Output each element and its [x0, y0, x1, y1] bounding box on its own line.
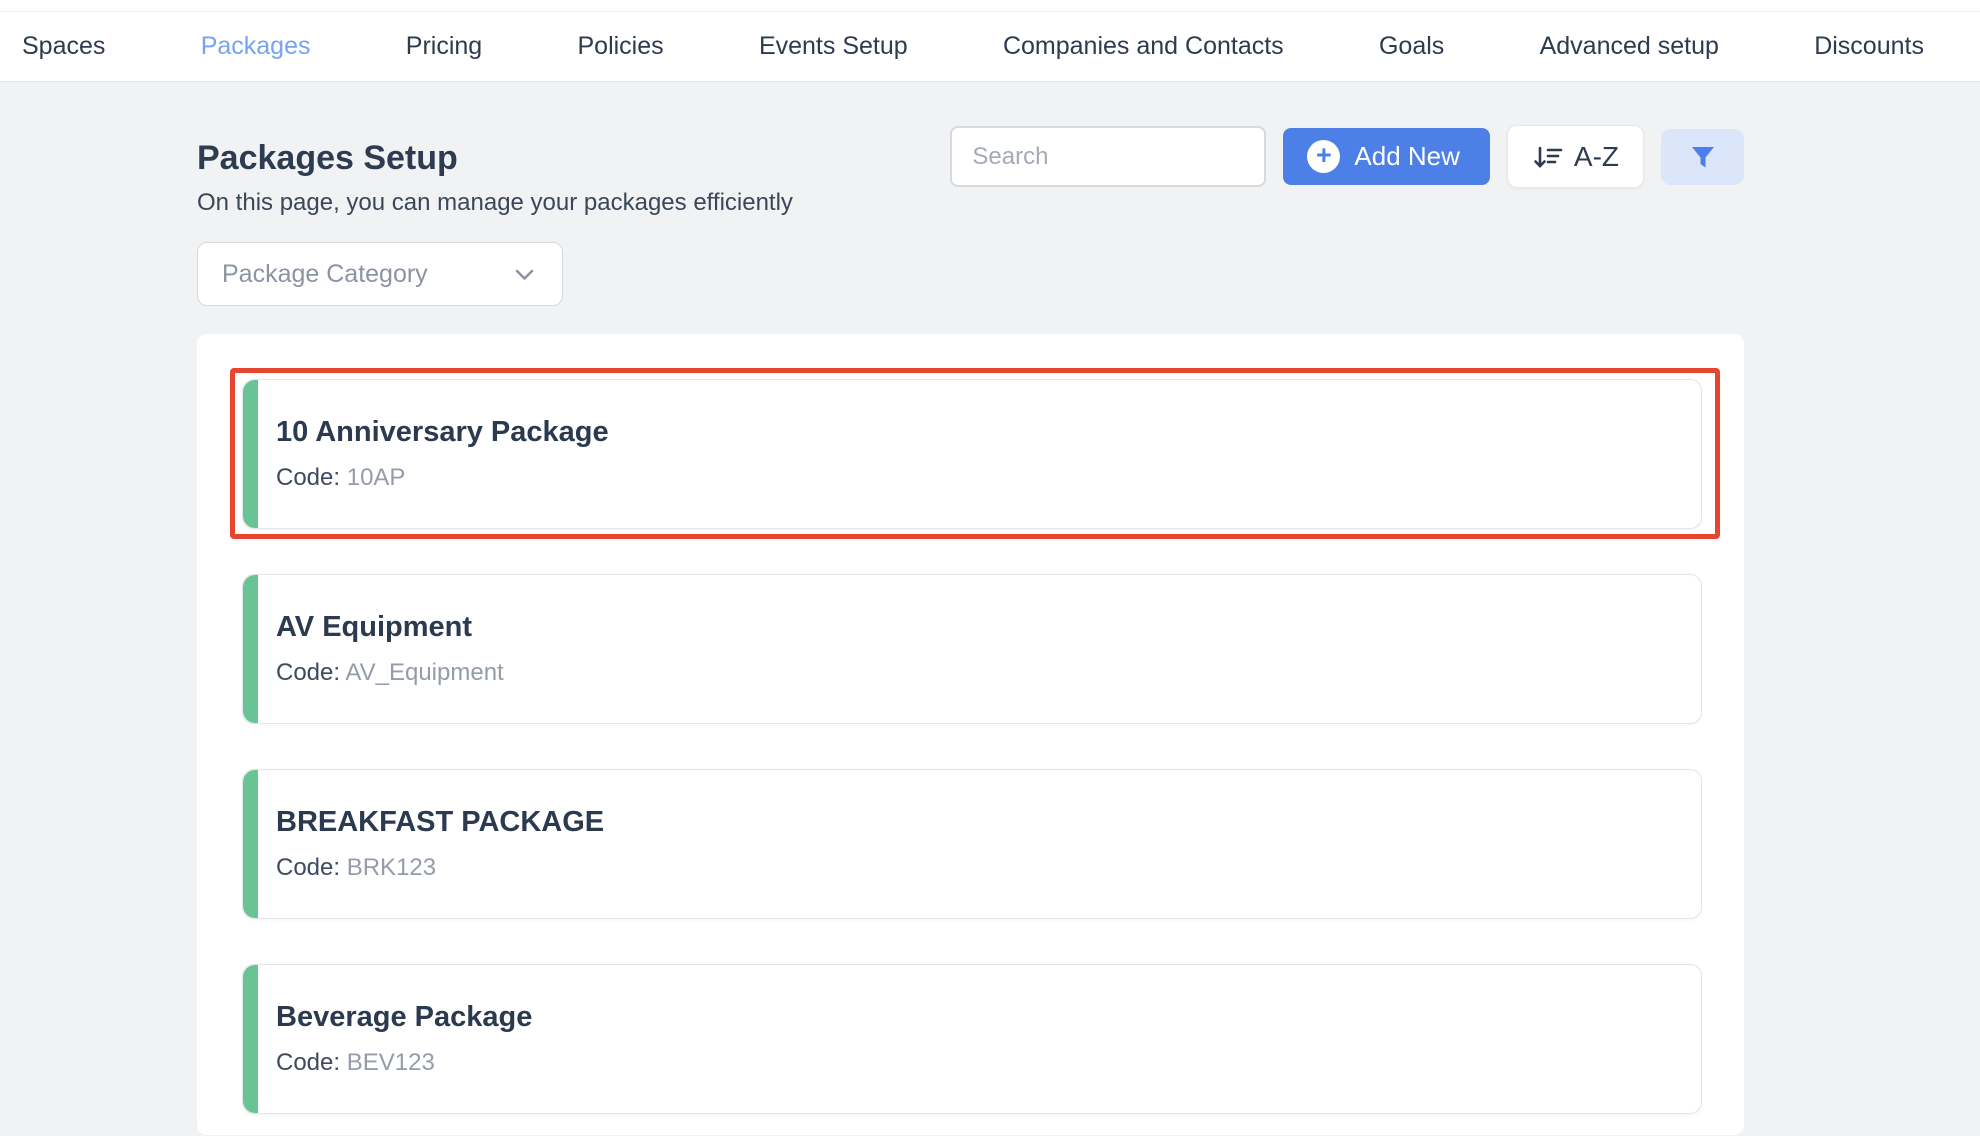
package-name: BREAKFAST PACKAGE — [276, 804, 1701, 840]
search-input[interactable] — [950, 126, 1266, 187]
nav-item-discounts[interactable]: Discounts — [1814, 32, 1924, 61]
window-top-strip — [0, 0, 1980, 12]
title-block: Packages Setup On this page, you can man… — [197, 125, 793, 218]
code-label: Code: — [276, 854, 340, 881]
nav-item-spaces[interactable]: Spaces — [22, 32, 105, 61]
sort-az-label: A-Z — [1574, 141, 1619, 173]
package-code-line: Code: 10AP — [276, 463, 1701, 493]
green-accent-bar — [243, 965, 258, 1113]
code-value: AV_Equipment — [345, 659, 503, 686]
chevron-down-icon — [511, 261, 538, 288]
package-category-placeholder: Package Category — [222, 260, 428, 289]
sort-descending-icon — [1532, 141, 1564, 173]
add-new-label: Add New — [1354, 141, 1460, 172]
green-accent-bar — [243, 380, 258, 528]
green-accent-bar — [243, 770, 258, 918]
nav-item-policies[interactable]: Policies — [578, 32, 664, 61]
package-name: Beverage Package — [276, 999, 1701, 1035]
code-label: Code: — [276, 659, 340, 686]
package-category-dropdown[interactable]: Package Category — [197, 242, 563, 306]
plus-circle-icon: + — [1307, 140, 1340, 173]
nav-item-packages[interactable]: Packages — [201, 32, 311, 61]
code-value: BRK123 — [347, 854, 436, 881]
filter-button[interactable] — [1661, 129, 1744, 185]
code-value: BEV123 — [347, 1049, 435, 1076]
package-name: 10 Anniversary Package — [276, 414, 1701, 450]
page-title: Packages Setup — [197, 137, 793, 179]
package-code-line: Code: BEV123 — [276, 1048, 1701, 1078]
nav-item-goals[interactable]: Goals — [1379, 32, 1444, 61]
nav-item-pricing[interactable]: Pricing — [406, 32, 482, 61]
toolbar: + Add New A-Z — [950, 125, 1744, 188]
nav-item-events-setup[interactable]: Events Setup — [759, 32, 908, 61]
page-content: Packages Setup On this page, you can man… — [0, 125, 1980, 1135]
package-code-line: Code: AV_Equipment — [276, 658, 1701, 688]
package-name: AV Equipment — [276, 609, 1701, 645]
nav-item-advanced-setup[interactable]: Advanced setup — [1540, 32, 1719, 61]
packages-list-container: 10 Anniversary Package Code: 10AP AV Equ… — [197, 334, 1744, 1135]
top-navigation: Spaces Packages Pricing Policies Events Setu… — [0, 12, 1980, 82]
package-code-line: Code: BRK123 — [276, 853, 1701, 883]
page-subtitle: On this page, you can manage your packag… — [197, 188, 793, 218]
nav-item-companies-and-contacts[interactable]: Companies and Contacts — [1003, 32, 1284, 61]
code-label: Code: — [276, 464, 340, 491]
code-label: Code: — [276, 1049, 340, 1076]
sort-az-button[interactable]: A-Z — [1507, 125, 1644, 188]
green-accent-bar — [243, 575, 258, 723]
package-card[interactable]: Beverage Package Code: BEV123 — [242, 964, 1702, 1114]
package-card[interactable]: AV Equipment Code: AV_Equipment — [242, 574, 1702, 724]
package-card[interactable]: BREAKFAST PACKAGE Code: BRK123 — [242, 769, 1702, 919]
code-value: 10AP — [347, 464, 406, 491]
funnel-icon — [1690, 144, 1716, 170]
package-card[interactable]: 10 Anniversary Package Code: 10AP — [242, 379, 1702, 529]
page-header-row: Packages Setup On this page, you can man… — [197, 125, 1744, 218]
add-new-button[interactable]: + Add New — [1283, 128, 1490, 185]
